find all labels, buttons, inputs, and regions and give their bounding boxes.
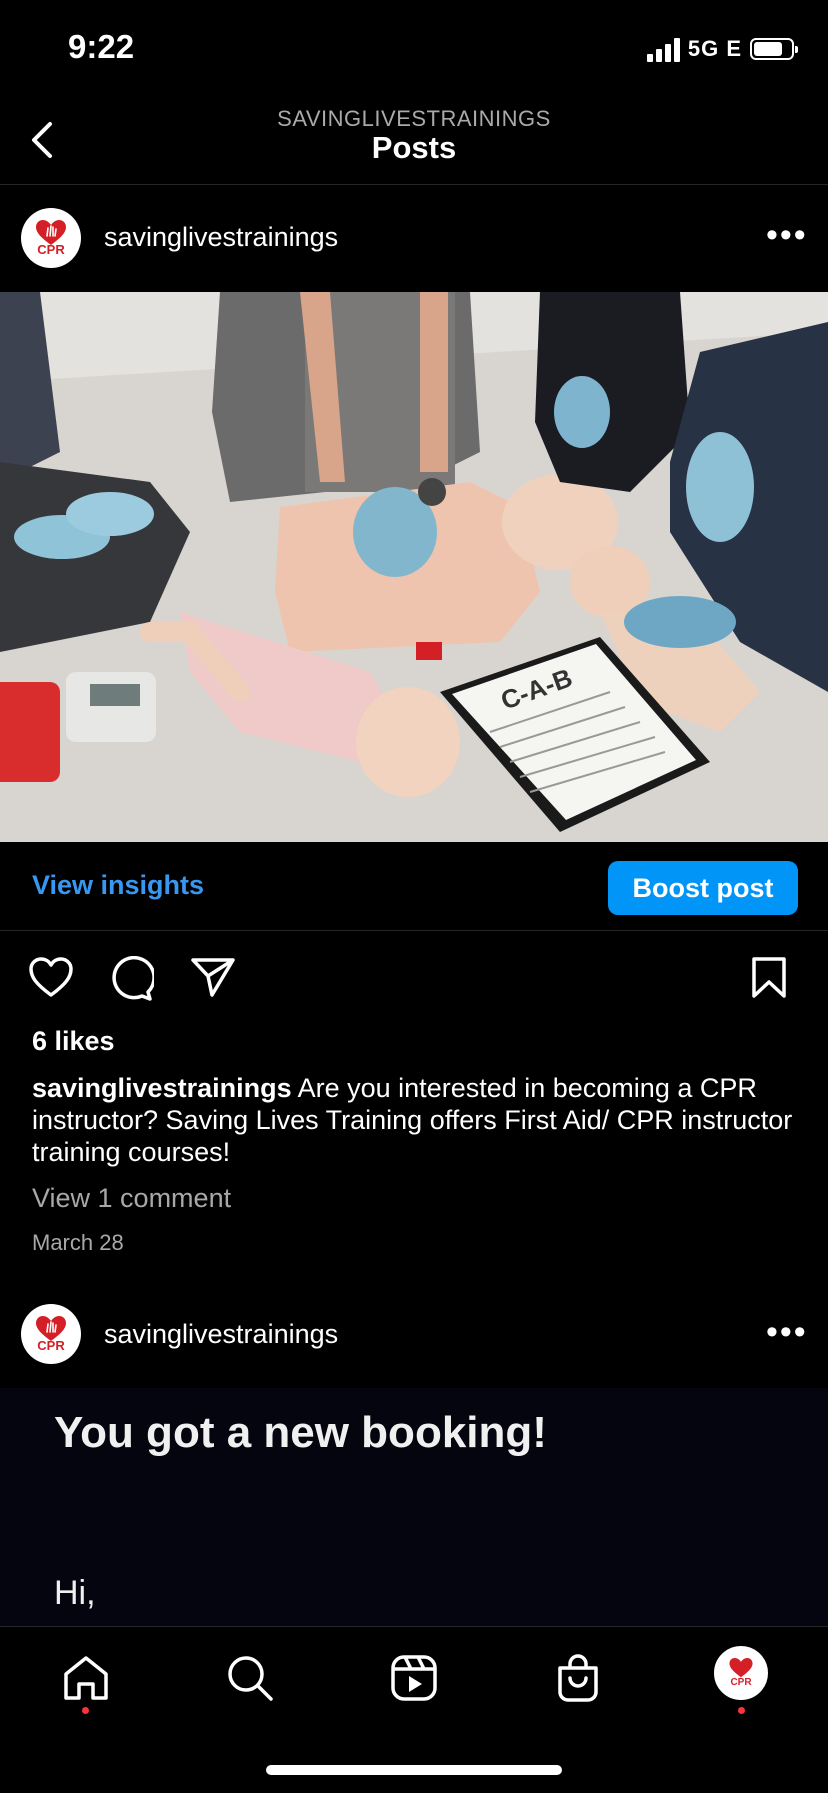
avatar[interactable]: CPR	[21, 208, 81, 268]
booking-greeting: Hi,	[54, 1574, 96, 1612]
share-button[interactable]	[190, 956, 236, 1002]
caption-username[interactable]: savinglivestrainings	[32, 1073, 292, 1103]
status-time: 9:22	[68, 28, 135, 65]
home-indicator	[266, 1765, 562, 1775]
search-icon	[228, 1656, 273, 1701]
page-title: Posts	[371, 130, 457, 165]
likes-count[interactable]: 6 likes	[32, 1026, 115, 1057]
post-image[interactable]: You got a new booking! Hi,	[0, 1388, 828, 1626]
booking-title: You got a new booking!	[54, 1408, 547, 1457]
battery-icon	[750, 38, 798, 60]
more-options-icon[interactable]: •••	[766, 1313, 808, 1352]
header-divider	[0, 184, 828, 185]
tab-shop[interactable]	[546, 1646, 610, 1710]
post-caption: savinglivestrainings Are you interested …	[32, 1072, 802, 1168]
post-username[interactable]: savinglivestrainings	[104, 222, 338, 253]
heart-icon	[29, 957, 73, 997]
network-label: 5G E	[687, 36, 742, 61]
comment-button[interactable]	[108, 955, 156, 1002]
status-indicators: 5G E	[646, 36, 798, 62]
home-icon	[64, 1656, 108, 1700]
account-handle: SAVINGLIVESTRAININGS	[277, 106, 551, 131]
insights-divider	[0, 930, 828, 931]
cpr-training-photo: C-A-B	[0, 292, 828, 842]
home-notification-dot	[82, 1707, 89, 1714]
reels-icon	[391, 1655, 437, 1701]
like-button[interactable]	[28, 956, 74, 1002]
tab-reels[interactable]	[382, 1646, 446, 1710]
profile-notification-dot	[738, 1707, 745, 1714]
view-comments-link[interactable]: View 1 comment	[32, 1183, 231, 1214]
shopping-bag-icon	[558, 1654, 598, 1702]
tab-search[interactable]	[218, 1646, 282, 1710]
post-image[interactable]: C-A-B	[0, 292, 828, 842]
avatar[interactable]: CPR	[21, 1304, 81, 1364]
send-icon	[191, 958, 235, 997]
comment-icon	[112, 955, 156, 1001]
boost-post-button[interactable]: Boost post	[608, 861, 798, 915]
view-insights-link[interactable]: View insights	[32, 870, 204, 901]
save-button[interactable]	[750, 956, 790, 1002]
post-date: March 28	[32, 1230, 124, 1255]
avatar-label: CPR	[37, 1338, 65, 1353]
post-username[interactable]: savinglivestrainings	[104, 1319, 338, 1350]
avatar-label: CPR	[37, 242, 65, 257]
tab-profile[interactable]: CPR	[714, 1646, 768, 1700]
bookmark-icon	[752, 957, 786, 998]
tab-home[interactable]	[54, 1646, 118, 1710]
signal-icon	[646, 36, 680, 62]
profile-avatar-label: CPR	[730, 1677, 752, 1688]
heart-hand-icon	[729, 1658, 753, 1678]
more-options-icon[interactable]: •••	[766, 216, 808, 255]
